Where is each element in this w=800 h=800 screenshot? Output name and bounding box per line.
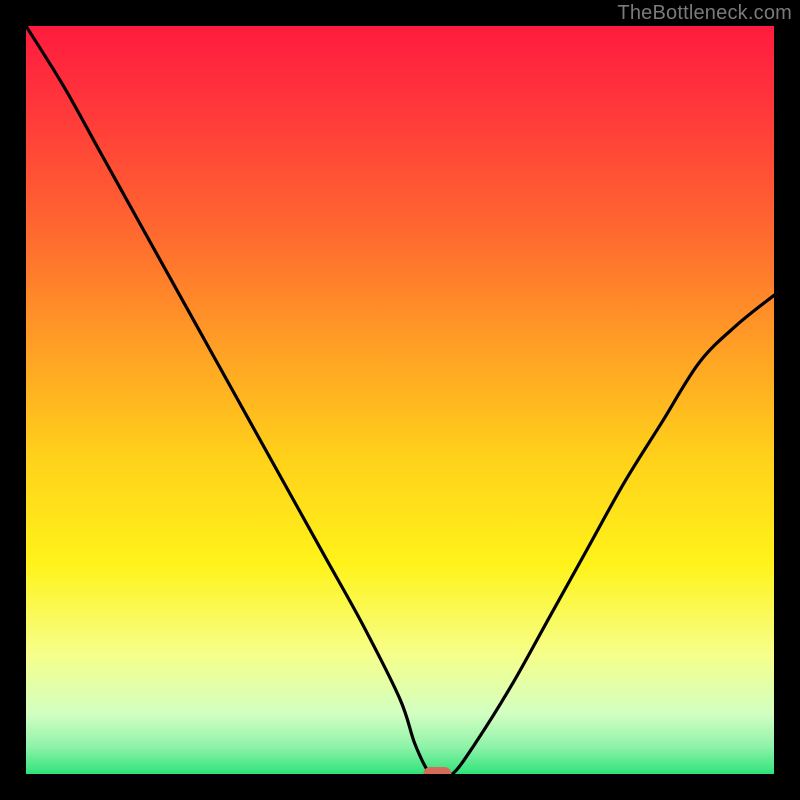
- chart-frame: TheBottleneck.com: [0, 0, 800, 800]
- gradient-background: [26, 26, 774, 774]
- watermark-text: TheBottleneck.com: [617, 2, 792, 25]
- plot-area: [26, 26, 774, 774]
- bottleneck-chart: [26, 26, 774, 774]
- optimal-marker: [423, 767, 451, 774]
